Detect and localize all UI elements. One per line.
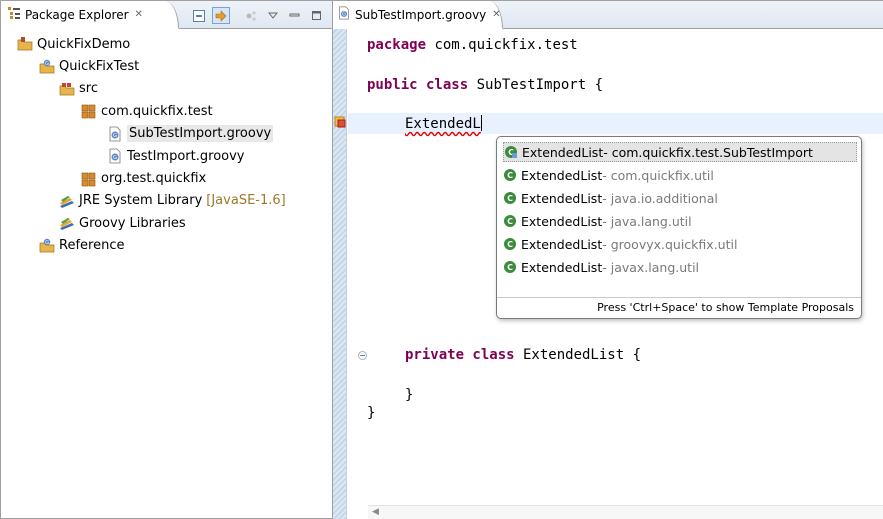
class-proposal-icon: C bbox=[504, 169, 516, 181]
proposal-item[interactable]: C ExtendedList - java.lang.util bbox=[503, 211, 857, 231]
package-explorer-icon bbox=[7, 6, 21, 23]
view-menu-icon[interactable] bbox=[264, 7, 282, 24]
focus-icon[interactable] bbox=[242, 7, 260, 24]
svg-text:G: G bbox=[113, 133, 117, 139]
class-proposal-icon: C bbox=[504, 192, 516, 204]
editor-tab-label: SubTestImport.groovy bbox=[355, 7, 487, 22]
svg-text:C: C bbox=[507, 263, 513, 272]
tree-item-testimport-groovy[interactable]: G TestImport.groovy bbox=[1, 145, 332, 167]
class-proposal-icon: C bbox=[504, 261, 516, 273]
tree-item-reference[interactable]: G Reference bbox=[1, 235, 332, 257]
content-assist-popup: C ExtendedList - com.quickfix.test.SubTe… bbox=[496, 136, 862, 319]
tree-item-quickfixtest[interactable]: G QuickFixTest bbox=[1, 55, 332, 77]
horizontal-scrollbar[interactable]: ◀ bbox=[368, 505, 883, 519]
groovy-file-icon: G bbox=[337, 6, 351, 23]
close-icon[interactable]: ✕ bbox=[135, 9, 143, 20]
editor-tabbar: G SubTestImport.groovy ✕ bbox=[333, 1, 883, 29]
groovy-file-icon: G bbox=[107, 148, 123, 164]
code-line-package: package com.quickfix.test bbox=[367, 37, 578, 53]
class-proposal-icon: C bbox=[505, 146, 517, 158]
svg-text:C: C bbox=[507, 194, 513, 203]
tree-item-quickfixdemo[interactable]: QuickFixDemo bbox=[1, 33, 332, 55]
svg-text:C: C bbox=[507, 240, 513, 249]
svg-text:G: G bbox=[113, 155, 117, 161]
scroll-left-icon[interactable]: ◀ bbox=[372, 507, 379, 517]
svg-text:G: G bbox=[45, 240, 49, 246]
code-line-typed: ExtendedL bbox=[405, 115, 482, 132]
source-folder-icon bbox=[59, 81, 75, 97]
error-underline: ExtendedL bbox=[405, 116, 481, 132]
collapse-all-icon[interactable] bbox=[190, 7, 208, 24]
groovy-project-icon: G bbox=[39, 238, 55, 254]
code-line-class-close: } bbox=[367, 405, 376, 421]
content-assist-status: Press 'Ctrl+Space' to show Template Prop… bbox=[497, 297, 861, 318]
fold-toggle-icon[interactable] bbox=[358, 351, 367, 360]
package-explorer-tree: QuickFixDemo G QuickFixTest src com.quic… bbox=[1, 33, 332, 257]
tree-item-org-test-quickfix[interactable]: org.test.quickfix bbox=[1, 167, 332, 189]
tree-item-com-quickfix-test[interactable]: com.quickfix.test bbox=[1, 100, 332, 122]
view-toolbar bbox=[190, 7, 326, 24]
minimize-icon[interactable] bbox=[286, 7, 304, 24]
package-explorer-tabbar: Package Explorer ✕ bbox=[1, 1, 332, 29]
svg-text:G: G bbox=[342, 12, 346, 18]
svg-text:G: G bbox=[45, 61, 49, 67]
package-icon bbox=[81, 103, 97, 119]
project-icon bbox=[17, 36, 33, 52]
maximize-icon[interactable] bbox=[308, 7, 326, 24]
proposal-item[interactable]: C ExtendedList - com.quickfix.util bbox=[503, 165, 857, 185]
proposal-item[interactable]: C ExtendedList - groovyx.quickfix.util bbox=[503, 234, 857, 254]
link-with-editor-icon[interactable] bbox=[212, 7, 230, 24]
editor-tab-subtestimport[interactable]: G SubTestImport.groovy ✕ bbox=[333, 1, 503, 29]
proposal-item[interactable]: C ExtendedList - java.io.additional bbox=[503, 188, 857, 208]
code-line-inner-close: } bbox=[405, 387, 414, 403]
library-icon bbox=[59, 193, 75, 209]
package-icon bbox=[81, 171, 97, 187]
groovy-project-icon: G bbox=[39, 59, 55, 75]
overview-ruler[interactable] bbox=[333, 29, 347, 519]
error-lightbulb-icon[interactable] bbox=[334, 116, 346, 131]
proposal-item[interactable]: C ExtendedList - javax.lang.util bbox=[503, 257, 857, 277]
text-caret bbox=[480, 115, 482, 131]
close-icon[interactable]: ✕ bbox=[492, 9, 500, 20]
class-proposal-icon: C bbox=[504, 215, 516, 227]
svg-text:C: C bbox=[507, 217, 513, 226]
library-icon bbox=[59, 215, 75, 231]
class-proposal-icon: C bbox=[504, 238, 516, 250]
tree-item-src[interactable]: src bbox=[1, 78, 332, 100]
tree-item-jre-system-library[interactable]: JRE System Library [JavaSE-1.6] bbox=[1, 190, 332, 212]
package-explorer-view: Package Explorer ✕ QuickFixDemo G QuickF… bbox=[0, 0, 333, 519]
svg-text:C: C bbox=[507, 171, 513, 180]
groovy-file-icon: G bbox=[107, 126, 123, 142]
code-line-class-decl: public class SubTestImport { bbox=[367, 77, 604, 93]
package-explorer-tab[interactable]: Package Explorer ✕ bbox=[1, 1, 179, 29]
tree-item-groovy-libraries[interactable]: Groovy Libraries bbox=[1, 212, 332, 234]
tree-item-subtestimport-groovy[interactable]: G SubTestImport.groovy bbox=[1, 123, 332, 145]
jre-version-decoration: [JavaSE-1.6] bbox=[206, 193, 286, 209]
code-line-inner-class: private class ExtendedList { bbox=[405, 347, 642, 363]
proposal-item[interactable]: C ExtendedList - com.quickfix.test.SubTe… bbox=[503, 142, 857, 162]
package-explorer-tab-label: Package Explorer bbox=[25, 7, 129, 22]
